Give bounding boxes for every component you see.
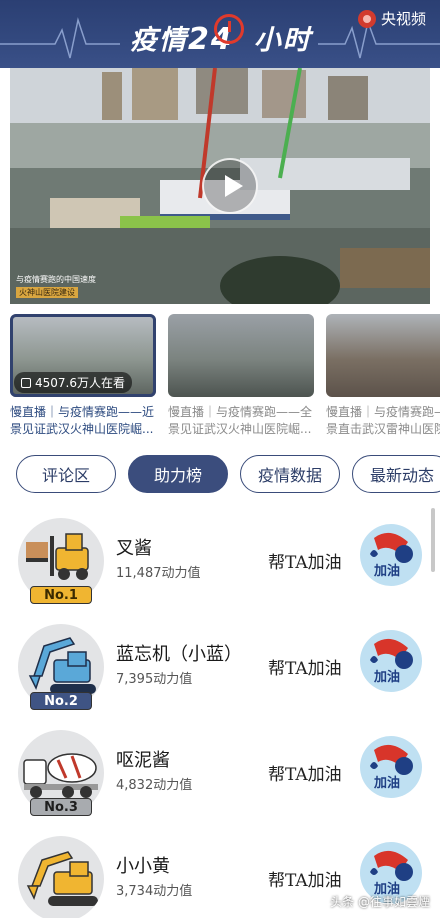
cheer-prompt[interactable]: 帮TA加油 <box>268 760 342 785</box>
leaderboard-row: No.1 叉酱 11,487动力值 帮TA加油 加油 <box>0 510 440 614</box>
leaderboard-row: No.3 呕泥酱 4,832动力值 帮TA加油 加油 <box>0 722 440 826</box>
power-score: 4,832动力值 <box>116 778 193 793</box>
leaderboard-row: No.2 蓝忘机（小蓝） 7,395动力值 帮TA加油 加油 <box>0 616 440 720</box>
watermark: 头条 @往事如雲煙 <box>330 895 430 909</box>
machine-name: 蓝忘机（小蓝） <box>116 644 242 665</box>
cheer-button[interactable]: 加油 <box>360 630 422 692</box>
machine-name: 小小黄 <box>116 856 170 877</box>
cheer-button-label: 加油 <box>374 776 401 791</box>
power-score: 11,487动力值 <box>116 566 201 581</box>
title-part1: 疫情 <box>130 25 188 56</box>
video-thumb-3[interactable]: 慢直播｜与疫情赛跑——近景直击武汉雷神山医院... <box>326 314 440 438</box>
thumb-caption: 慢直播｜与疫情赛跑——近景见证武汉火神山医院崛... <box>10 405 155 436</box>
live-icon <box>21 377 31 388</box>
thumb-image: 4507.6万人在看 <box>10 314 156 397</box>
video-caption-line2: 火神山医院建设 <box>16 287 78 298</box>
cheer-button[interactable]: 加油 <box>360 736 422 798</box>
rank-badge: No.1 <box>30 586 92 604</box>
machine-name: 呕泥酱 <box>116 750 170 771</box>
app-header: 疫情24 小时 央视频 <box>0 0 440 68</box>
cheer-prompt[interactable]: 帮TA加油 <box>268 548 342 573</box>
related-videos: 4507.6万人在看 慢直播｜与疫情赛跑——近景见证武汉火神山医院崛... 慢直… <box>10 314 440 444</box>
machine-name: 叉酱 <box>116 538 152 559</box>
video-thumb-2[interactable]: 慢直播｜与疫情赛跑——全景见证武汉火神山医院崛... <box>168 314 314 438</box>
video-thumb-1[interactable]: 4507.6万人在看 慢直播｜与疫情赛跑——近景见证武汉火神山医院崛... <box>10 314 156 438</box>
tab-epidemic-data[interactable]: 疫情数据 <box>240 455 340 493</box>
power-score: 3,734动力值 <box>116 884 193 899</box>
video-caption-line1: 与疫情赛跑的中国速度 <box>16 275 96 284</box>
viewer-count-badge: 4507.6万人在看 <box>14 372 132 393</box>
scrollbar[interactable] <box>431 508 435 572</box>
thumb-image <box>326 314 440 397</box>
thumb-caption: 慢直播｜与疫情赛跑——近景直击武汉雷神山医院... <box>326 405 440 436</box>
play-button[interactable] <box>202 158 258 214</box>
power-score: 7,395动力值 <box>116 672 193 687</box>
rank-badge: No.2 <box>30 692 92 710</box>
cheer-button-label: 加油 <box>374 670 401 685</box>
brand-logo[interactable]: 央视频 <box>357 8 426 29</box>
yellow-excavator-icon <box>18 836 104 918</box>
viewer-count: 4507.6万人在看 <box>35 376 125 390</box>
tab-latest-news[interactable]: 最新动态 <box>352 455 440 493</box>
cheer-button[interactable]: 加油 <box>360 524 422 586</box>
title-part2: 小时 <box>253 25 312 56</box>
thumb-image <box>168 314 314 397</box>
cheer-button-label: 加油 <box>374 564 401 579</box>
clock-icon <box>214 14 244 44</box>
cheer-prompt[interactable]: 帮TA加油 <box>268 654 342 679</box>
cctv-logo-icon <box>357 9 376 28</box>
cheer-prompt[interactable]: 帮TA加油 <box>268 866 342 891</box>
brand-name: 央视频 <box>380 10 426 28</box>
tab-support-ranking[interactable]: 助力榜 <box>128 455 228 493</box>
rank-badge: No.3 <box>30 798 92 816</box>
tab-comments[interactable]: 评论区 <box>16 455 116 493</box>
tab-bar: 评论区 助力榜 疫情数据 最新动态 <box>16 455 440 495</box>
video-caption: 与疫情赛跑的中国速度 火神山医院建设 <box>16 274 96 298</box>
thumb-caption: 慢直播｜与疫情赛跑——全景见证武汉火神山医院崛... <box>168 405 313 436</box>
video-player[interactable]: 与疫情赛跑的中国速度 火神山医院建设 <box>10 68 430 304</box>
